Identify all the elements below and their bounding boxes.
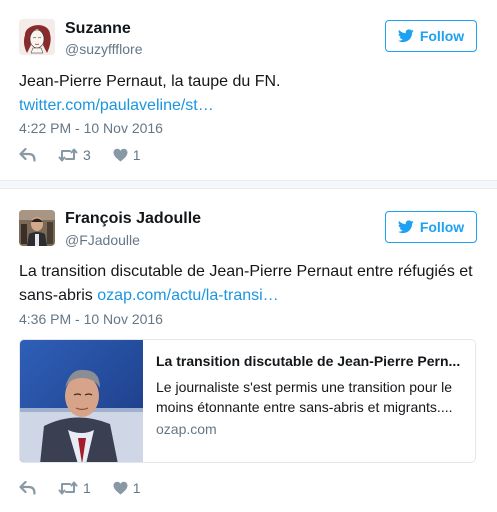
tweet-link[interactable]: twitter.com/paulaveline/st… bbox=[19, 97, 214, 114]
user-handle[interactable]: @suzyffflore bbox=[65, 41, 143, 57]
retweet-button[interactable]: 3 bbox=[58, 147, 91, 163]
tweet-link[interactable]: ozap.com/actu/la-transi… bbox=[97, 287, 278, 304]
retweet-button[interactable]: 1 bbox=[58, 480, 91, 496]
retweet-icon bbox=[58, 481, 78, 495]
tweet-actions: 1 1 bbox=[19, 478, 163, 498]
follow-label: Follow bbox=[419, 219, 465, 235]
tweet-1: Suzanne @suzyffflore Follow Jean-Pierre … bbox=[0, 0, 497, 180]
follow-label: Follow bbox=[419, 28, 465, 44]
tweet-timestamp[interactable]: 4:36 PM - 10 Nov 2016 bbox=[19, 311, 163, 327]
retweet-icon bbox=[58, 148, 78, 162]
reply-icon bbox=[19, 481, 36, 495]
avatar[interactable] bbox=[19, 210, 55, 246]
display-name[interactable]: François Jadoulle bbox=[65, 210, 201, 228]
heart-icon bbox=[113, 148, 128, 162]
tweet-2: François Jadoulle @FJadoulle Follow La t… bbox=[0, 189, 497, 512]
card-body: La transition discutable de Jean-Pierre … bbox=[156, 352, 468, 437]
tweet-text: La transition discutable de Jean-Pierre … bbox=[19, 260, 479, 308]
like-count: 1 bbox=[132, 480, 141, 496]
tweet-separator bbox=[0, 180, 497, 189]
follow-button[interactable]: Follow bbox=[385, 20, 477, 52]
user-handle[interactable]: @FJadoulle bbox=[65, 232, 140, 248]
avatar[interactable] bbox=[19, 19, 55, 55]
tweet-timestamp[interactable]: 4:22 PM - 10 Nov 2016 bbox=[19, 120, 163, 136]
card-description: Le journaliste s'est permis une transiti… bbox=[156, 379, 453, 415]
twitter-bird-icon bbox=[397, 220, 414, 234]
twitter-bird-icon bbox=[397, 29, 414, 43]
heart-icon bbox=[113, 481, 128, 495]
card-title: La transition discutable de Jean-Pierre … bbox=[156, 353, 461, 369]
like-count: 1 bbox=[132, 147, 141, 163]
like-button[interactable]: 1 bbox=[113, 147, 141, 163]
tweet-text: Jean-Pierre Pernaut, la taupe du FN. twi… bbox=[19, 70, 479, 118]
reply-icon bbox=[19, 148, 36, 162]
retweet-count: 3 bbox=[83, 147, 91, 163]
retweet-count: 1 bbox=[83, 480, 91, 496]
reply-button[interactable] bbox=[19, 148, 36, 162]
reply-button[interactable] bbox=[19, 481, 36, 495]
tweet-body: Jean-Pierre Pernaut, la taupe du FN. bbox=[19, 73, 281, 90]
display-name[interactable]: Suzanne bbox=[65, 20, 131, 38]
like-button[interactable]: 1 bbox=[113, 480, 141, 496]
tweet-actions: 3 1 bbox=[19, 145, 163, 165]
card-thumbnail bbox=[20, 340, 143, 462]
follow-button[interactable]: Follow bbox=[385, 211, 477, 243]
card-domain: ozap.com bbox=[156, 421, 217, 437]
link-card[interactable]: La transition discutable de Jean-Pierre … bbox=[19, 339, 476, 463]
